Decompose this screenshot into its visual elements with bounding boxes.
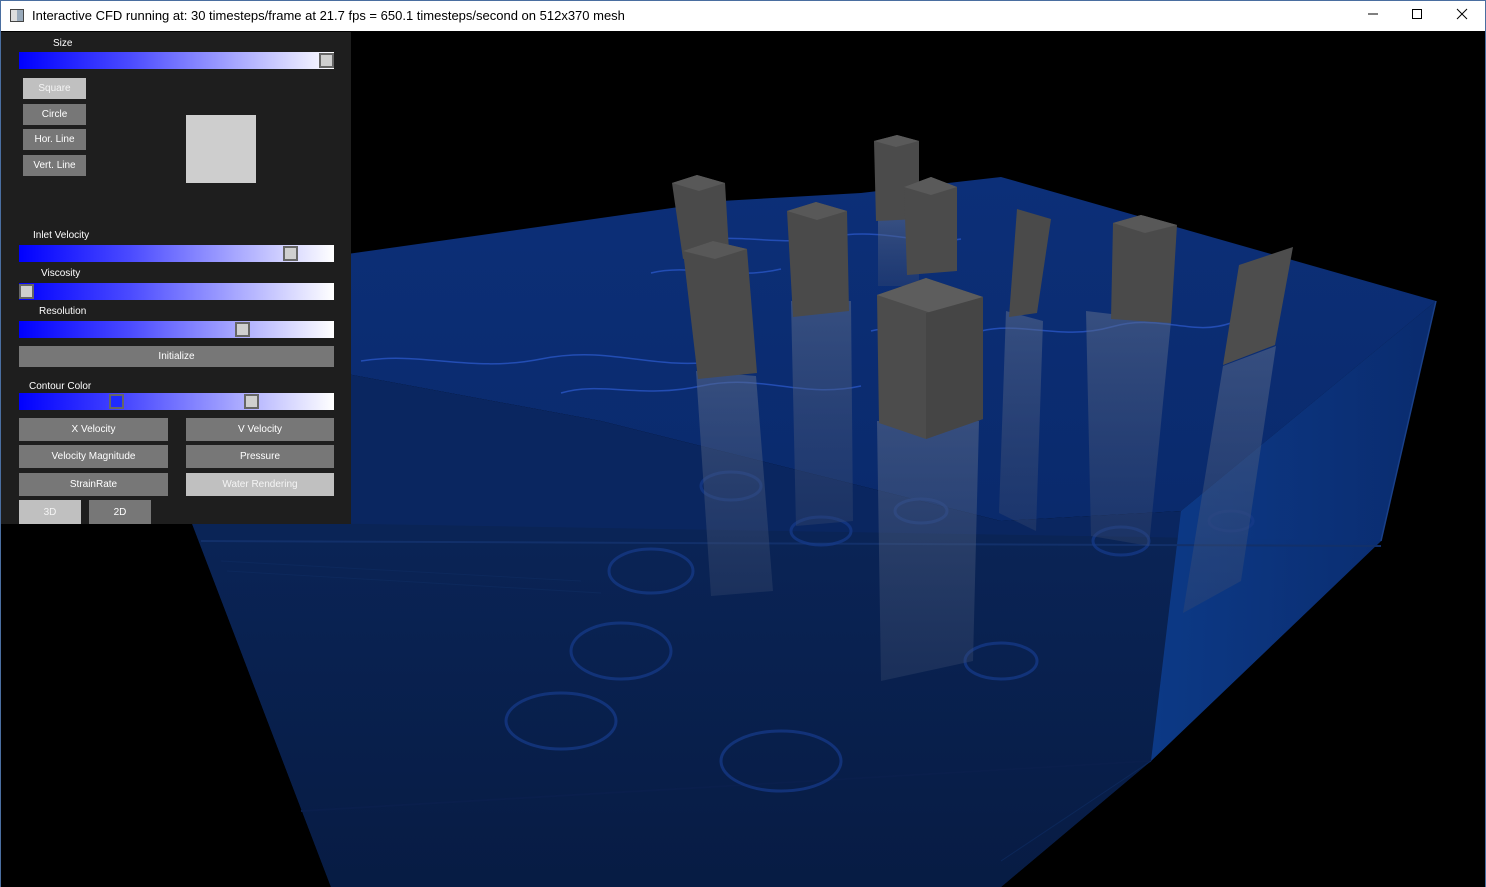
application-window: Interactive CFD running at: 30 timesteps… bbox=[0, 0, 1486, 887]
viscosity-slider[interactable] bbox=[19, 283, 334, 300]
close-icon bbox=[1456, 8, 1468, 20]
brush-shape-preview bbox=[186, 115, 256, 183]
resolution-label: Resolution bbox=[39, 306, 87, 317]
initialize-button[interactable]: Initialize bbox=[19, 346, 334, 367]
strainrate-button[interactable]: StrainRate bbox=[19, 473, 168, 496]
inlet-velocity-slider-thumb[interactable] bbox=[283, 246, 298, 261]
maximize-icon bbox=[1412, 9, 1422, 19]
view-3d-button[interactable]: 3D bbox=[19, 500, 81, 524]
contour-color-low-thumb[interactable] bbox=[109, 394, 124, 409]
x-velocity-button[interactable]: X Velocity bbox=[19, 418, 168, 441]
viscosity-label: Viscosity bbox=[41, 268, 81, 279]
hor-line-button[interactable]: Hor. Line bbox=[23, 129, 86, 150]
minimize-icon bbox=[1368, 13, 1378, 15]
velocity-magnitude-button[interactable]: Velocity Magnitude bbox=[19, 445, 168, 468]
title-bar[interactable]: Interactive CFD running at: 30 timesteps… bbox=[1, 1, 1485, 31]
size-slider[interactable] bbox=[19, 52, 334, 69]
contour-color-high-thumb[interactable] bbox=[244, 394, 259, 409]
contour-color-label: Contour Color bbox=[29, 381, 92, 392]
viscosity-slider-thumb[interactable] bbox=[19, 284, 34, 299]
pressure-button[interactable]: Pressure bbox=[186, 445, 334, 468]
resolution-slider-thumb[interactable] bbox=[235, 322, 250, 337]
square-button[interactable]: Square bbox=[23, 78, 86, 99]
maximize-button[interactable] bbox=[1394, 1, 1440, 31]
window-title: Interactive CFD running at: 30 timesteps… bbox=[32, 8, 625, 23]
vert-line-button[interactable]: Vert. Line bbox=[23, 155, 86, 176]
inlet-velocity-slider[interactable] bbox=[19, 245, 334, 262]
control-panel: Size Square Circle Hor. Line Vert. Line … bbox=[1, 32, 351, 524]
minimize-button[interactable] bbox=[1350, 1, 1396, 31]
v-velocity-button[interactable]: V Velocity bbox=[186, 418, 334, 441]
contour-color-slider[interactable] bbox=[19, 393, 334, 410]
water-rendering-button[interactable]: Water Rendering bbox=[186, 473, 334, 496]
resolution-slider[interactable] bbox=[19, 321, 334, 338]
circle-button[interactable]: Circle bbox=[23, 104, 86, 125]
view-2d-button[interactable]: 2D bbox=[89, 500, 151, 524]
size-label: Size bbox=[53, 38, 73, 49]
size-slider-thumb[interactable] bbox=[319, 53, 334, 68]
close-button[interactable] bbox=[1439, 1, 1485, 31]
inlet-velocity-label: Inlet Velocity bbox=[33, 230, 90, 241]
app-icon bbox=[10, 9, 24, 22]
